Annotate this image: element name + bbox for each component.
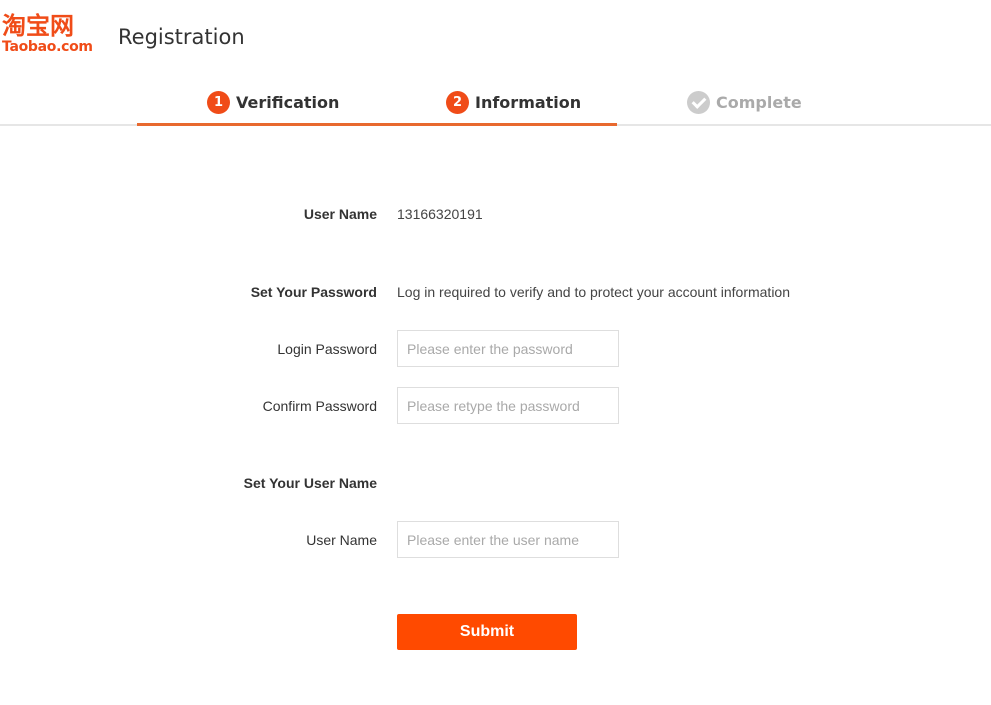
login-password-label: Login Password [277,341,377,357]
step-complete: Complete [687,90,802,114]
step-label: Verification [236,92,340,112]
login-password-input[interactable] [397,330,619,367]
page-title: Registration [118,25,245,49]
page-header: 淘宝网 Taobao.com Registration [0,0,991,70]
logo-english-text: Taobao.com [2,39,93,55]
check-circle-icon [687,90,710,114]
new-username-label: User Name [306,532,377,548]
logo-chinese-text: 淘宝网 [2,12,74,40]
taobao-logo[interactable]: 淘宝网 Taobao.com [2,12,108,58]
step-label: Complete [716,92,802,112]
confirm-password-label: Confirm Password [262,398,377,414]
step-information: 2 Information [446,90,581,114]
step-verification: 1 Verification [207,90,339,114]
password-section-note: Log in required to verify and to protect… [397,284,790,300]
submit-button[interactable]: Submit [397,614,577,650]
set-username-section-label: Set Your User Name [243,475,377,491]
step-number-badge: 2 [446,90,469,114]
step-number-badge: 1 [207,90,230,114]
confirm-password-input[interactable] [397,387,619,424]
username-value: 13166320191 [397,206,483,222]
steps-progress-bar [137,123,617,126]
password-section-label: Set Your Password [250,284,377,300]
new-username-input[interactable] [397,521,619,558]
username-label: User Name [303,206,377,222]
step-label: Information [475,92,582,112]
